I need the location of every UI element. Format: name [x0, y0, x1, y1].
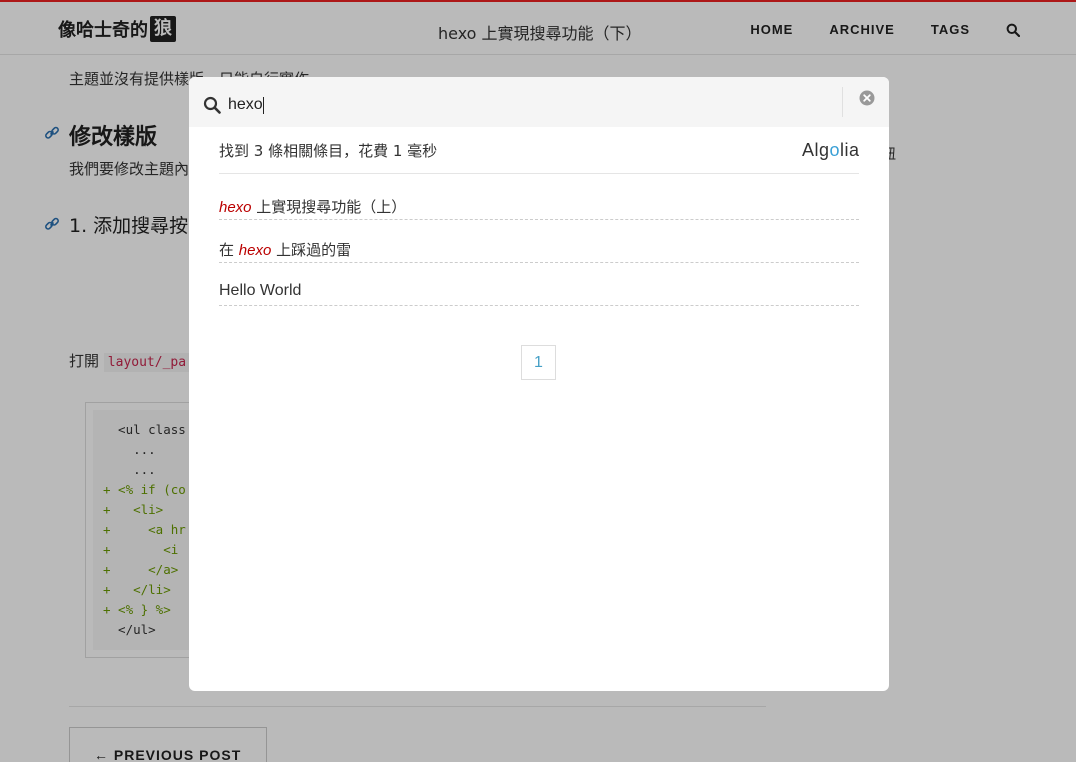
- algolia-logo-text: Algolia: [802, 140, 860, 160]
- search-result[interactable]: Hello World: [219, 266, 859, 306]
- search-icon: [203, 96, 221, 114]
- search-result[interactable]: hexo 上實現搜尋功能（上）: [219, 180, 859, 220]
- text-cursor: [263, 97, 264, 114]
- result-highlight: hexo: [219, 199, 252, 216]
- result-title: Hello World: [219, 282, 302, 299]
- search-bar-divider: [842, 87, 843, 117]
- pagination-page[interactable]: 1: [521, 345, 556, 380]
- result-highlight: hexo: [238, 242, 272, 259]
- search-result[interactable]: 在 hexo 上踩過的雷: [219, 223, 859, 263]
- results-separator: [219, 173, 859, 174]
- algolia-logo[interactable]: Algolia: [802, 140, 860, 161]
- result-suffix: 上實現搜尋功能（上）: [251, 198, 407, 216]
- result-prefix: 在: [219, 241, 239, 259]
- search-stats: 找到 3 條相關條目，花費 1 毫秒: [219, 142, 438, 160]
- search-input[interactable]: [225, 91, 825, 119]
- search-popup: 找到 3 條相關條目，花費 1 毫秒 Algolia hexo 上實現搜尋功能（…: [189, 77, 889, 691]
- search-bar: [189, 77, 889, 127]
- close-icon[interactable]: [859, 90, 875, 106]
- result-suffix: 上踩過的雷: [271, 241, 352, 259]
